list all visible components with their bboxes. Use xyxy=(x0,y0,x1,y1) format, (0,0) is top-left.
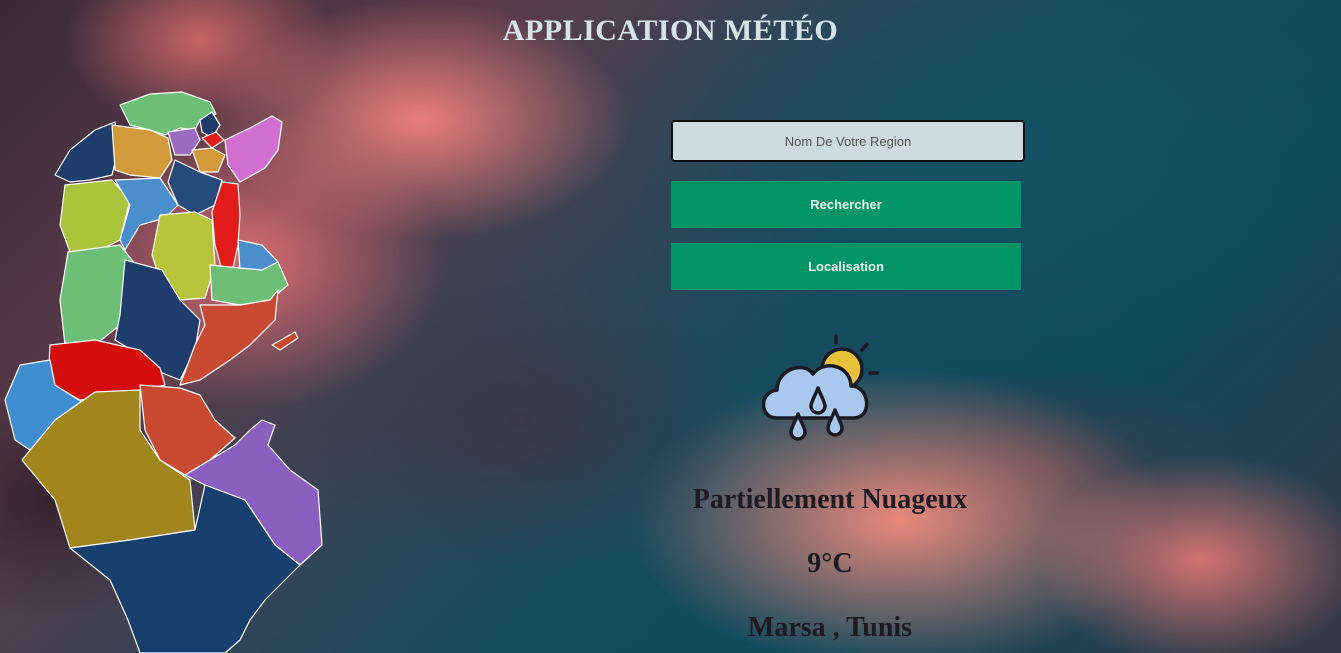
map-region-kerkennah xyxy=(271,331,299,351)
partly-cloudy-rain-icon xyxy=(761,334,879,441)
map-region-nabeul xyxy=(224,115,283,183)
region-search-input[interactable] xyxy=(671,120,1025,162)
location-name: Marsa , Tunis xyxy=(747,612,913,643)
map-region-benarous xyxy=(191,147,226,173)
page-title: APPLICATION MÉTÉO xyxy=(502,14,839,47)
temperature-value: 9°C xyxy=(807,548,853,579)
weather-description: Partiellement Nuageux xyxy=(692,484,968,515)
search-button[interactable]: Rechercher xyxy=(671,181,1021,228)
map-region-jendouba xyxy=(54,121,119,183)
map-region-kef xyxy=(59,179,131,253)
tunisia-map xyxy=(4,91,323,653)
location-button[interactable]: Localisation xyxy=(671,243,1021,290)
